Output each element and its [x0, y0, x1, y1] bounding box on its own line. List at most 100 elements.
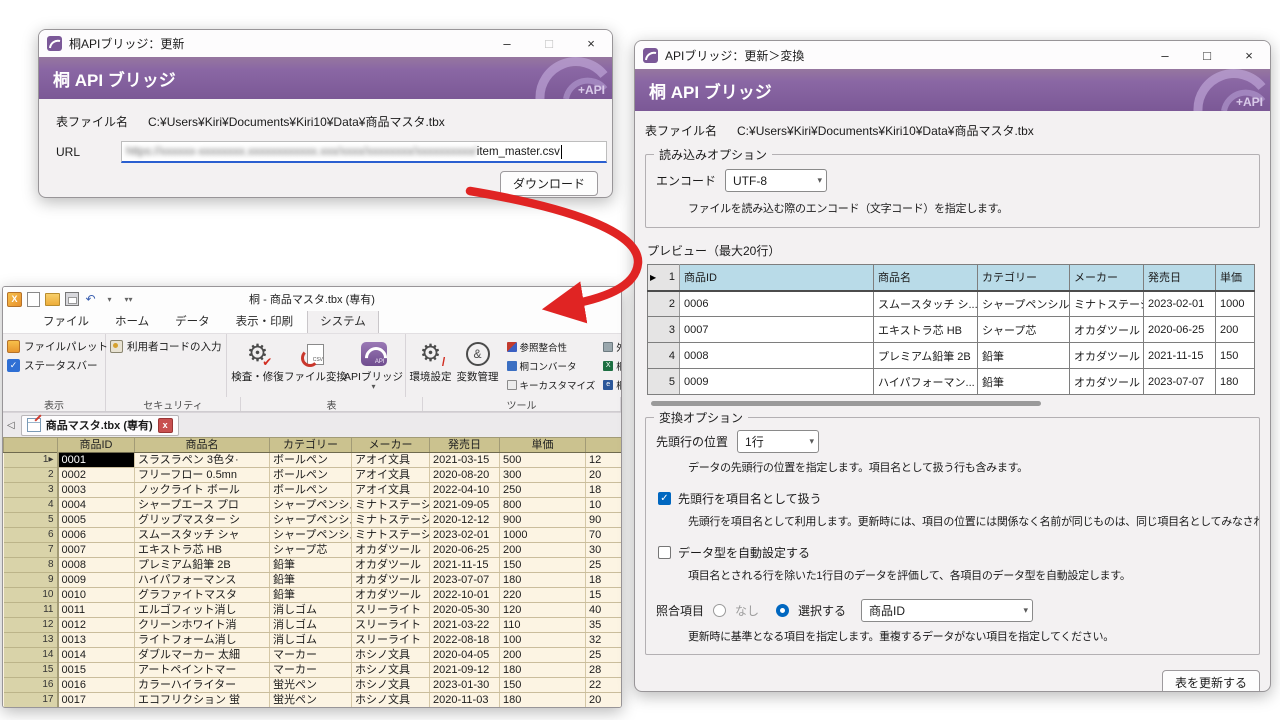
row-selector[interactable]: ▶1 [648, 265, 680, 291]
row-selector[interactable]: 4 [648, 343, 680, 369]
row-selector[interactable]: 2 [648, 291, 680, 317]
table-row[interactable]: 90009ハイパフォーマンス鉛筆オカダツール2023-07-0718018 [4, 573, 623, 588]
table-cell[interactable]: 70 [586, 528, 623, 543]
preview-cell[interactable]: 150 [1216, 343, 1255, 369]
table-cell[interactable]: 12 [586, 453, 623, 468]
table-row[interactable]: 140014ダブルマーカー 太細マーカーホシノ文具2020-04-0520025 [4, 648, 623, 663]
table-cell[interactable]: 18 [586, 483, 623, 498]
preview-table[interactable]: ▶1商品ID商品名カテゴリーメーカー発売日単価20006スムースタッチ シ...… [647, 264, 1255, 395]
table-cell[interactable]: 50 [586, 708, 623, 709]
preview-cell[interactable]: 0006 [680, 291, 874, 317]
table-cell[interactable]: クリーンホワイト消 [135, 618, 270, 633]
table-cell[interactable]: 250 [500, 483, 586, 498]
table-cell[interactable]: 180 [500, 573, 586, 588]
table-cell[interactable]: 2022-10-01 [430, 588, 500, 603]
row-selector[interactable]: 5 [4, 513, 58, 528]
table-cell[interactable]: 10 [586, 498, 623, 513]
table-cell[interactable]: エキストラ芯 HB [135, 543, 270, 558]
undo-dropdown-icon[interactable]: ▾ [102, 292, 117, 307]
row-selector[interactable]: 15 [4, 663, 58, 678]
table-cell[interactable]: マーカー [270, 663, 352, 678]
encode-select[interactable]: UTF-8 ▾ [725, 169, 827, 192]
qat-overflow-icon[interactable]: ▾▾ [121, 292, 136, 307]
ribbon-small-item[interactable]: キーカスタマイズ [507, 375, 596, 394]
table-cell[interactable]: 2020-04-05 [430, 648, 500, 663]
update-table-button[interactable]: 表を更新する [1162, 670, 1260, 692]
table-cell[interactable]: 1000 [500, 528, 586, 543]
table-cell[interactable]: ノート [270, 708, 352, 709]
first-row-select[interactable]: 1行 ▾ [737, 430, 819, 453]
table-cell[interactable]: シャープペンシル [270, 513, 352, 528]
header-row-checkbox-row[interactable]: ✓ 先頭行を項目名として扱う [658, 490, 1259, 507]
table-cell[interactable]: 0015 [58, 663, 135, 678]
table-cell[interactable]: 30 [586, 543, 623, 558]
titlebar[interactable]: 桐APIブリッジ：更新 – □ × [39, 30, 612, 57]
column-header[interactable]: 商品名 [135, 438, 270, 453]
table-cell[interactable]: 220 [500, 588, 586, 603]
preview-cell[interactable]: 2023-07-07 [1144, 369, 1216, 395]
table-row[interactable]: 30003ノックライト ボールボールペンアオイ文具2022-04-1025018 [4, 483, 623, 498]
titlebar[interactable]: APIブリッジ：更新＞変換 – □ × [635, 41, 1270, 69]
table-cell[interactable]: グラファイトマスタ [135, 588, 270, 603]
row-selector[interactable]: 5 [648, 369, 680, 395]
table-cell[interactable]: シャープエース プロ [135, 498, 270, 513]
table-cell[interactable]: ボールペン [270, 483, 352, 498]
table-cell[interactable]: 0008 [58, 558, 135, 573]
row-selector[interactable]: 13 [4, 633, 58, 648]
row-selector[interactable]: 1▸ [4, 453, 58, 468]
table-cell[interactable]: 2020-11-03 [430, 693, 500, 708]
table-cell[interactable]: マーカー [270, 648, 352, 663]
table-cell[interactable]: 消しゴム [270, 618, 352, 633]
table-cell[interactable]: ホシノ文具 [352, 648, 430, 663]
table-cell[interactable]: 0012 [58, 618, 135, 633]
table-cell[interactable]: 0006 [58, 528, 135, 543]
row-selector[interactable]: 12 [4, 618, 58, 633]
table-cell[interactable]: 250 [500, 708, 586, 709]
open-file-icon[interactable] [45, 292, 60, 307]
table-cell[interactable]: ミヤビ文具 [352, 708, 430, 709]
ribbon-small-item[interactable]: 参照整合性 [507, 337, 596, 356]
table-cell[interactable]: 200 [500, 543, 586, 558]
table-cell[interactable]: グリップマスター シ [135, 513, 270, 528]
table-cell[interactable]: 32 [586, 633, 623, 648]
preview-cell[interactable]: 鉛筆 [978, 369, 1070, 395]
preview-cell[interactable]: 0008 [680, 343, 874, 369]
table-cell[interactable]: 0004 [58, 498, 135, 513]
table-cell[interactable]: 150 [500, 558, 586, 573]
product-master-table[interactable]: 商品ID商品名カテゴリーメーカー発売日単価1▸0001スラスラペン 3色タ·ボー… [3, 437, 622, 708]
ribbon-item-env-settings[interactable]: ⚙/ 環境設定 [408, 337, 454, 394]
table-cell[interactable]: カラーハイライター [135, 678, 270, 693]
preview-cell[interactable]: 2021-11-15 [1144, 343, 1216, 369]
document-tab-active[interactable]: 商品マスタ.tbx (専有) x [21, 415, 179, 436]
table-cell[interactable]: 2023-01-30 [430, 678, 500, 693]
preview-cell[interactable]: エキストラ芯 HB [874, 317, 978, 343]
table-cell[interactable]: 0002 [58, 468, 135, 483]
row-selector[interactable]: 9 [4, 573, 58, 588]
ribbon-item-file-palette[interactable]: ファイルパレット [7, 339, 101, 354]
row-selector[interactable]: 3 [648, 317, 680, 343]
table-cell[interactable]: 20 [586, 468, 623, 483]
table-cell[interactable]: ノックライト ボール [135, 483, 270, 498]
ribbon-item-status-bar[interactable]: ✓ ステータスバー [7, 358, 101, 373]
table-cell[interactable]: 2021-09-12 [430, 663, 500, 678]
preview-cell[interactable]: 180 [1216, 369, 1255, 395]
ribbon-item-file-convert[interactable]: ファイル変換 [287, 337, 345, 394]
table-cell[interactable]: 消しゴム [270, 603, 352, 618]
table-cell[interactable]: 0007 [58, 543, 135, 558]
table-cell[interactable]: アオイ文具 [352, 468, 430, 483]
preview-cell[interactable]: プレミアム鉛筆 2B [874, 343, 978, 369]
preview-row[interactable]: 20006スムースタッチ シ...シャープペンシルミナトステーショナ...202… [648, 291, 1255, 317]
row-selector[interactable]: 6 [4, 528, 58, 543]
table-row[interactable]: 70007エキストラ芯 HBシャープ芯オカダツール2020-06-2520030 [4, 543, 623, 558]
table-cell[interactable]: 150 [500, 678, 586, 693]
preview-cell[interactable]: 0007 [680, 317, 874, 343]
ribbon-item-var-mgmt[interactable]: & 変数管理 [454, 337, 502, 394]
preview-row[interactable]: ▶1商品ID商品名カテゴリーメーカー発売日単価 [648, 265, 1255, 291]
table-cell[interactable]: ミナトステーショナ [352, 528, 430, 543]
table-cell[interactable]: シンプルノート A5 [135, 708, 270, 709]
row-selector[interactable]: 18 [4, 708, 58, 709]
table-cell[interactable]: 2020-05-30 [430, 603, 500, 618]
table-cell[interactable]: 180 [500, 693, 586, 708]
table-cell[interactable]: 2022-04-10 [430, 483, 500, 498]
table-cell[interactable]: 90 [586, 513, 623, 528]
